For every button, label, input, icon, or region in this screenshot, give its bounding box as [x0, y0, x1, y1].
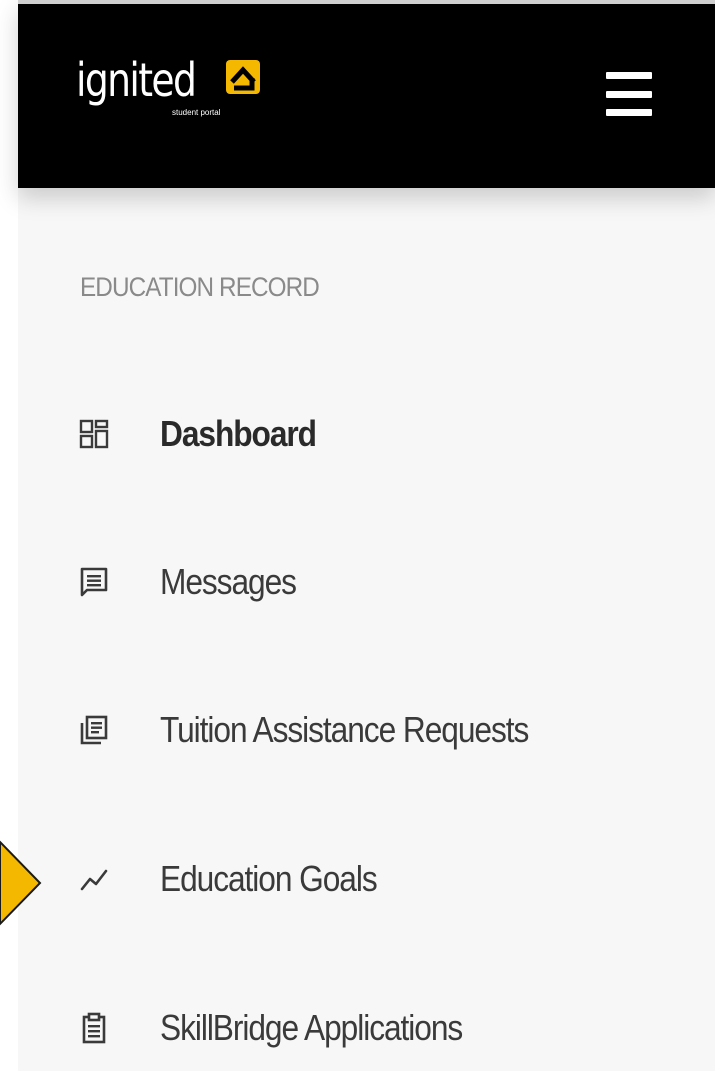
ignited-logo[interactable]: ignited student portal	[76, 52, 260, 122]
sidebar-item-label: Messages	[160, 561, 297, 602]
documents-icon	[76, 712, 112, 748]
top-header: ignited student portal	[18, 0, 715, 188]
yellow-pointer-arrow-icon	[0, 840, 42, 926]
trend-line-icon	[76, 861, 112, 897]
menu-bar-bottom	[606, 109, 652, 116]
clipboard-icon	[76, 1010, 112, 1046]
sidebar-nav: EDUCATION RECORD Dashboard Messages Tuit…	[18, 188, 715, 1071]
menu-bar-top	[606, 72, 652, 79]
sidebar-item-label: SkillBridge Applications	[160, 1007, 463, 1048]
sidebar-item-education-goals[interactable]: Education Goals	[76, 849, 676, 909]
message-icon	[76, 564, 112, 600]
hamburger-menu-icon[interactable]	[606, 72, 658, 116]
section-label-education-record: EDUCATION RECORD	[80, 272, 320, 302]
dashboard-grid-icon	[76, 416, 112, 452]
logo-tagline: student portal	[172, 108, 221, 117]
logo-wordmark: ignited	[76, 53, 197, 107]
header-top-border	[18, 0, 715, 4]
sidebar-item-dashboard[interactable]: Dashboard	[76, 404, 676, 464]
sidebar-item-label: Education Goals	[160, 858, 378, 899]
sidebar-item-tuition-assistance-requests[interactable]: Tuition Assistance Requests	[76, 700, 676, 760]
sidebar-item-messages[interactable]: Messages	[76, 552, 676, 612]
house-bracket-icon	[226, 60, 260, 94]
menu-bar-middle	[606, 90, 652, 98]
sidebar-item-label: Tuition Assistance Requests	[160, 709, 529, 750]
sidebar-item-skillbridge-applications[interactable]: SkillBridge Applications	[76, 998, 676, 1058]
app-frame: ignited student portal EDUCATION RECORD	[0, 0, 715, 1071]
sidebar-item-label: Dashboard	[160, 413, 317, 454]
